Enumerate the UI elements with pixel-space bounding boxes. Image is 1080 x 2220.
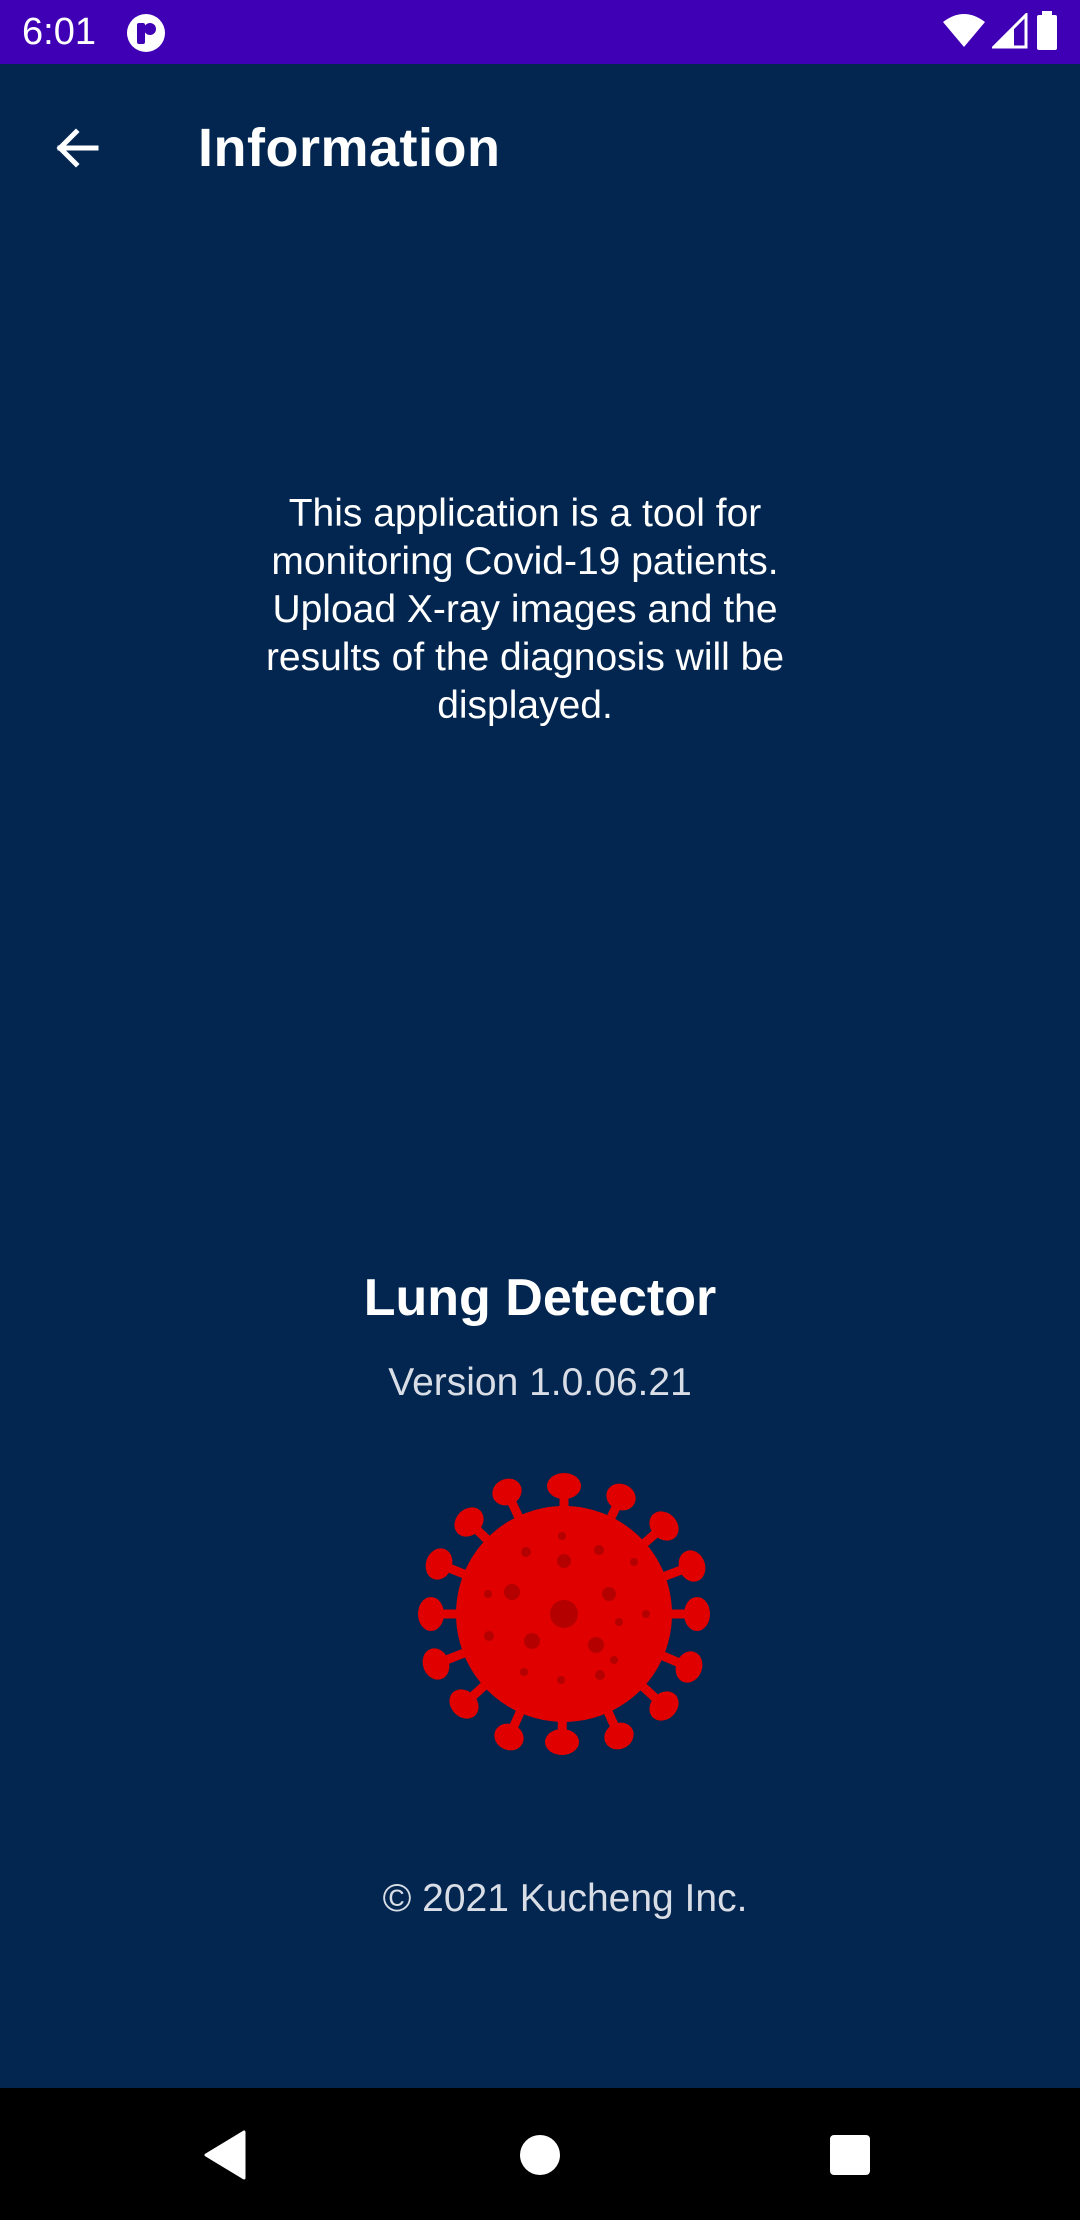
status-time: 6:01	[22, 11, 96, 53]
nav-back-button[interactable]	[190, 2120, 260, 2190]
information-screen: 6:01 Information This application is a t…	[0, 0, 1080, 2220]
nav-home-button[interactable]	[505, 2120, 575, 2190]
virus-icon	[414, 1464, 714, 1764]
app-description: This application is a tool for monitorin…	[265, 492, 785, 727]
signal-icon	[990, 10, 1028, 54]
battery-icon	[1034, 10, 1060, 56]
page-title: Information	[198, 118, 501, 178]
arrow-left-icon	[56, 128, 99, 168]
nav-recents-button[interactable]	[815, 2120, 885, 2190]
home-circle-icon	[520, 2135, 560, 2175]
back-button[interactable]	[40, 112, 112, 184]
toolbar: Information	[0, 64, 1080, 224]
app-version: Version 1.0.06.21	[388, 1361, 692, 1404]
app-notification-icon	[126, 13, 166, 53]
status-bar: 6:01	[0, 0, 1080, 64]
wifi-icon	[942, 13, 986, 53]
recents-square-icon	[830, 2135, 870, 2175]
system-nav-bar	[0, 2088, 1080, 2220]
copyright-text: © 2021 Kucheng Inc.	[382, 1877, 748, 1920]
back-triangle-icon	[204, 2130, 246, 2180]
app-name: Lung Detector	[363, 1269, 717, 1327]
status-icons	[942, 10, 1060, 56]
